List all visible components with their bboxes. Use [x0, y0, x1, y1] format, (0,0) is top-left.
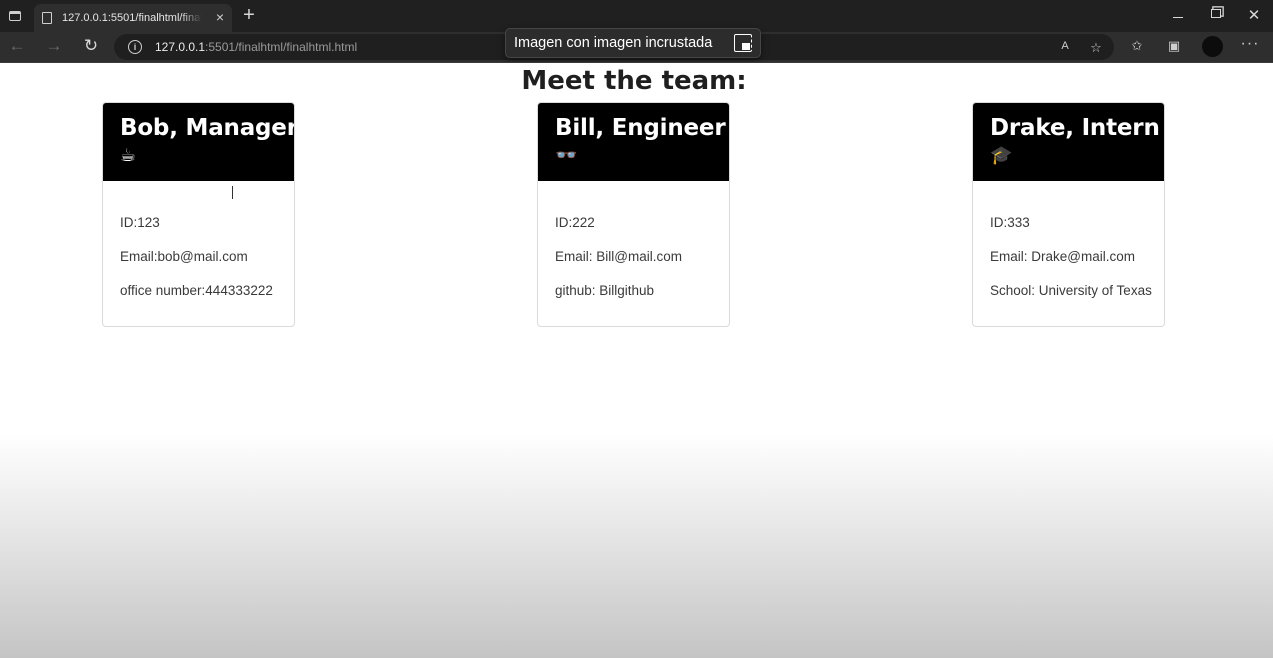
url-text[interactable]: 127.0.0.1:5501/finalhtml/finalhtml.html	[155, 40, 357, 54]
card-id: ID:222	[555, 215, 595, 230]
graduation-cap-icon: 🎓	[990, 145, 1013, 165]
picture-in-picture-tooltip[interactable]: Imagen con imagen incrustada	[505, 28, 761, 58]
favorites-icon[interactable]: ✩	[1127, 38, 1147, 54]
card-name: Bill, Engineer	[555, 115, 726, 141]
back-button[interactable]: ←	[6, 36, 28, 56]
browser-tab[interactable]: 127.0.0.1:5501/finalhtml/finalhtml.html …	[34, 4, 232, 32]
web-page: Meet the team: Bob, Manager ☕ ID:123 Ema…	[0, 62, 1273, 658]
card-header: Bill, Engineer 👓	[538, 103, 729, 181]
card-email: Email:bob@mail.com	[120, 249, 248, 264]
page-icon	[42, 12, 52, 24]
forward-button[interactable]: →	[43, 36, 65, 56]
minimize-button[interactable]	[1168, 6, 1188, 21]
tab-close-icon[interactable]: ×	[216, 10, 224, 24]
card-body: ID:333 Email: Drake@mail.com School: Uni…	[973, 181, 1164, 300]
pip-label: Imagen con imagen incrustada	[514, 35, 713, 51]
restore-button[interactable]	[1206, 6, 1226, 21]
card-email: Email: Drake@mail.com	[990, 249, 1135, 264]
card-body: ID:222 Email: Bill@mail.com github: Bill…	[538, 181, 729, 300]
picture-in-picture-icon[interactable]	[734, 34, 752, 52]
tab-title: 127.0.0.1:5501/finalhtml/finalhtml.html	[62, 12, 202, 24]
new-tab-button[interactable]: +	[238, 5, 260, 25]
page-title: Meet the team:	[521, 66, 747, 96]
team-card-manager: Bob, Manager ☕ ID:123 Email:bob@mail.com…	[102, 102, 295, 327]
card-id: ID:333	[990, 215, 1030, 230]
team-card-intern: Drake, Intern 🎓 ID:333 Email: Drake@mail…	[972, 102, 1165, 327]
coffee-icon: ☕	[120, 145, 137, 165]
card-email: Email: Bill@mail.com	[555, 249, 682, 264]
read-aloud-icon[interactable]: A	[1055, 40, 1075, 52]
url-host: 127.0.0.1	[155, 40, 206, 54]
card-school: School: University of Texas	[990, 283, 1152, 298]
more-options-icon[interactable]: ···	[1240, 35, 1260, 53]
glasses-icon: 👓	[555, 145, 578, 165]
reload-button[interactable]: ↻	[80, 36, 102, 56]
card-github: github: Billgithub	[555, 283, 655, 298]
card-office-number: office number:444333222	[120, 283, 273, 298]
card-id: ID:123	[120, 215, 160, 230]
collections-icon[interactable]: ▣	[1164, 38, 1184, 54]
url-path: :5501/finalhtml/finalhtml.html	[205, 40, 358, 54]
card-name: Bob, Manager	[120, 115, 295, 141]
site-info-icon[interactable]: i	[128, 40, 142, 54]
window-close-button[interactable]: ✕	[1244, 6, 1264, 24]
card-name: Drake, Intern	[990, 115, 1160, 141]
team-card-engineer: Bill, Engineer 👓 ID:222 Email: Bill@mail…	[537, 102, 730, 327]
profile-avatar[interactable]	[1202, 36, 1223, 57]
text-cursor	[232, 186, 238, 199]
card-header: Drake, Intern 🎓	[973, 103, 1164, 181]
card-body: ID:123 Email:bob@mail.com office number:…	[103, 181, 294, 300]
tab-actions-icon[interactable]	[4, 5, 26, 27]
add-favorite-icon[interactable]: ☆	[1086, 40, 1106, 56]
card-header: Bob, Manager ☕	[103, 103, 294, 181]
